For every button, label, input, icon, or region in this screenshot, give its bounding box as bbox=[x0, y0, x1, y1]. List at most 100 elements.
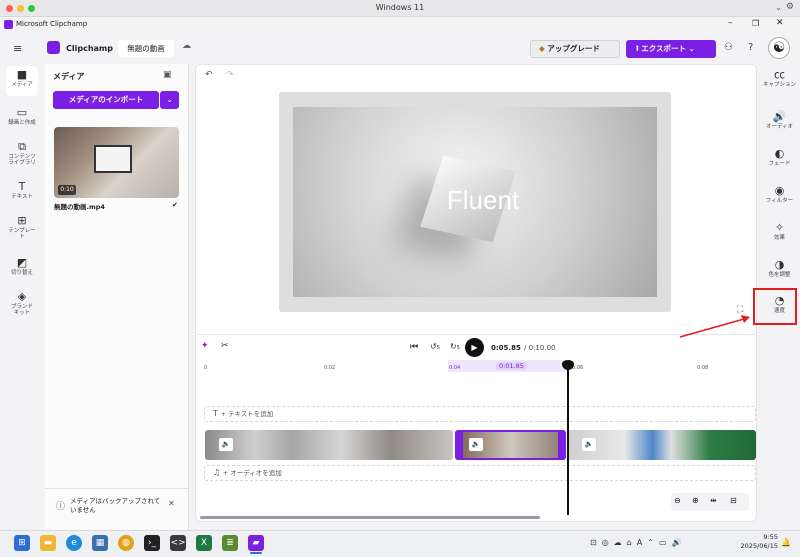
library-icon: ⧉ bbox=[18, 140, 26, 153]
system-tray-icons[interactable]: ⊡◎☁⌂A⌃▭🔊 bbox=[590, 538, 686, 547]
magic-sparkle-icon[interactable]: ✦ bbox=[201, 341, 209, 351]
close-icon[interactable]: ✕ bbox=[776, 18, 784, 28]
rewind-5-button[interactable]: ↺5 bbox=[430, 342, 440, 351]
right-item-filter[interactable]: ◉ フィルター bbox=[759, 184, 800, 218]
right-nav-label: オーディオ bbox=[765, 124, 794, 130]
skip-to-start-icon[interactable]: ⏮ bbox=[410, 342, 418, 352]
right-nav-label: フェード bbox=[768, 161, 791, 167]
timeline-scrollbar[interactable] bbox=[200, 516, 540, 519]
audio-icon: 🔊 bbox=[772, 110, 787, 123]
video-preview[interactable]: Fluent bbox=[279, 92, 671, 312]
project-name-field[interactable]: 無題の動画 bbox=[118, 40, 174, 57]
export-label: エクスポート bbox=[641, 44, 687, 53]
vscode-icon[interactable]: <> bbox=[170, 535, 186, 551]
nav-item-text[interactable]: T テキスト bbox=[0, 180, 44, 214]
text-icon: T bbox=[18, 180, 26, 193]
notepad-icon[interactable]: ≣ bbox=[222, 535, 238, 551]
nav-item-templates[interactable]: ⊞ テンプレート bbox=[0, 214, 44, 248]
zoom-in-icon[interactable]: ⊕ bbox=[692, 496, 699, 505]
clip-duration-badge: 0:10 bbox=[58, 185, 76, 195]
trim-handle-left[interactable] bbox=[457, 432, 463, 458]
forward-5-button[interactable]: ↻5 bbox=[450, 342, 460, 351]
right-item-audio[interactable]: 🔊 オーディオ bbox=[759, 110, 800, 144]
ruler-tick: 0:04 bbox=[449, 365, 461, 371]
play-icon: ▶ bbox=[471, 343, 478, 352]
play-button[interactable]: ▶ bbox=[465, 338, 484, 357]
excel-icon[interactable]: X bbox=[196, 535, 212, 551]
right-item-effects[interactable]: ✧ 効果 bbox=[759, 221, 800, 255]
right-nav-label: 色を調整 bbox=[768, 272, 791, 278]
notification-bell-icon[interactable]: 🔔 bbox=[781, 538, 791, 547]
nav-label: メディア bbox=[11, 82, 33, 88]
nav-label: テキスト bbox=[11, 194, 33, 200]
collapse-panel-icon[interactable]: ▣ bbox=[163, 70, 172, 80]
nav-item-record[interactable]: ▭ 録画と作成 bbox=[0, 106, 44, 140]
clipchamp-brand-icon bbox=[47, 41, 60, 54]
cloud-sync-off-icon[interactable]: ☁ bbox=[182, 41, 191, 51]
right-item-fade[interactable]: ◐ フェード bbox=[759, 147, 800, 181]
gear-icon[interactable]: ⚙ bbox=[786, 2, 794, 12]
right-item-color-adjust[interactable]: ◑ 色を調整 bbox=[759, 258, 800, 292]
zoom-out-icon[interactable]: ⊖ bbox=[674, 496, 681, 505]
start-icon[interactable]: ⊞ bbox=[14, 535, 30, 551]
clipchamp-taskbar-icon[interactable]: ▰ bbox=[248, 535, 264, 551]
taskbar-clock[interactable]: 9:55 2025/06/15 bbox=[738, 533, 778, 551]
hamburger-menu-icon[interactable]: ≡ bbox=[13, 42, 22, 55]
info-icon: ⓘ bbox=[56, 502, 66, 512]
os-title: Windows 11 bbox=[375, 3, 425, 12]
audio-track[interactable]: ♫ + オーディオを追加 bbox=[204, 465, 756, 481]
ruler-tick: 0 bbox=[204, 365, 208, 371]
nav-item-transitions[interactable]: ◩ 切り替え bbox=[0, 256, 44, 290]
chevron-down-icon[interactable]: ⌄ bbox=[775, 3, 782, 12]
minimize-icon[interactable]: – bbox=[728, 18, 733, 28]
brand-kit-icon: ◈ bbox=[17, 290, 27, 303]
fit-timeline-icon[interactable]: ⇹ bbox=[710, 496, 717, 505]
upgrade-button[interactable]: ◆ アップグレード bbox=[530, 40, 620, 58]
selection-duration-label: 0:01.85 bbox=[496, 362, 527, 370]
nav-label: 録画と作成 bbox=[8, 120, 36, 126]
help-icon[interactable]: ? bbox=[748, 42, 753, 53]
share-people-icon[interactable]: ⚇ bbox=[724, 42, 733, 53]
monitor-in-thumbnail bbox=[94, 145, 132, 173]
divider bbox=[196, 334, 756, 335]
export-button[interactable]: ⭱ エクスポート ⌄ bbox=[626, 40, 716, 58]
right-nav-label: 効果 bbox=[773, 235, 785, 241]
chrome-icon[interactable]: ◍ bbox=[118, 535, 134, 551]
rewind-seconds: 5 bbox=[436, 345, 440, 351]
scissors-icon[interactable]: ✂ bbox=[221, 341, 229, 351]
avatar[interactable]: ☯ bbox=[768, 37, 790, 59]
annotation-arrow bbox=[679, 315, 750, 338]
timeline-layout-icon[interactable]: ⊟ bbox=[730, 496, 737, 505]
video-clip-1[interactable]: 🔈 bbox=[205, 430, 453, 460]
import-media-button[interactable]: メディアのインポート bbox=[53, 91, 159, 109]
os-title-bar: Windows 11 ⌄ ⚙ bbox=[0, 0, 800, 17]
terminal-icon[interactable]: ›_ bbox=[144, 535, 160, 551]
taskbar-date: 2025/06/15 bbox=[740, 542, 778, 550]
file-explorer-icon[interactable]: ▬ bbox=[40, 535, 56, 551]
redo-icon[interactable]: ↷ bbox=[226, 70, 234, 80]
clip-name: 無題の動画.mp4 bbox=[54, 203, 105, 211]
fade-icon: ◐ bbox=[774, 147, 785, 160]
edge-icon[interactable]: e bbox=[66, 535, 82, 551]
transition-icon: ◩ bbox=[16, 256, 28, 269]
clipchamp-logo-icon bbox=[4, 20, 13, 29]
divider bbox=[45, 488, 189, 489]
trim-handle-right[interactable] bbox=[558, 432, 564, 458]
camera-icon: ▭ bbox=[16, 106, 28, 119]
media-thumbnail[interactable]: 0:10 bbox=[54, 127, 179, 198]
nav-item-brand-kit[interactable]: ◈ ブランド キット bbox=[0, 290, 44, 324]
undo-icon[interactable]: ↶ bbox=[205, 70, 213, 80]
playhead-line[interactable] bbox=[567, 363, 569, 515]
import-dropdown-button[interactable]: ⌄ bbox=[160, 91, 179, 109]
nav-item-media[interactable]: ■ メディア bbox=[0, 68, 44, 102]
video-clip-3[interactable]: 🔈 bbox=[568, 430, 756, 460]
maximize-icon[interactable]: ❐ bbox=[752, 19, 759, 28]
right-item-captions[interactable]: ㏄キャプション bbox=[759, 68, 800, 102]
close-notice-icon[interactable]: ✕ bbox=[168, 499, 175, 508]
video-clip-selected[interactable]: 🔈 bbox=[455, 430, 566, 460]
text-track-label: + テキストを追加 bbox=[220, 410, 274, 418]
text-track[interactable]: T + テキストを追加 bbox=[204, 406, 756, 422]
nav-item-content-library[interactable]: ⧉ コンテンツ ライブラリ bbox=[0, 140, 44, 174]
store-icon[interactable]: ▦ bbox=[92, 535, 108, 551]
right-nav-label: フィルター bbox=[765, 198, 794, 204]
